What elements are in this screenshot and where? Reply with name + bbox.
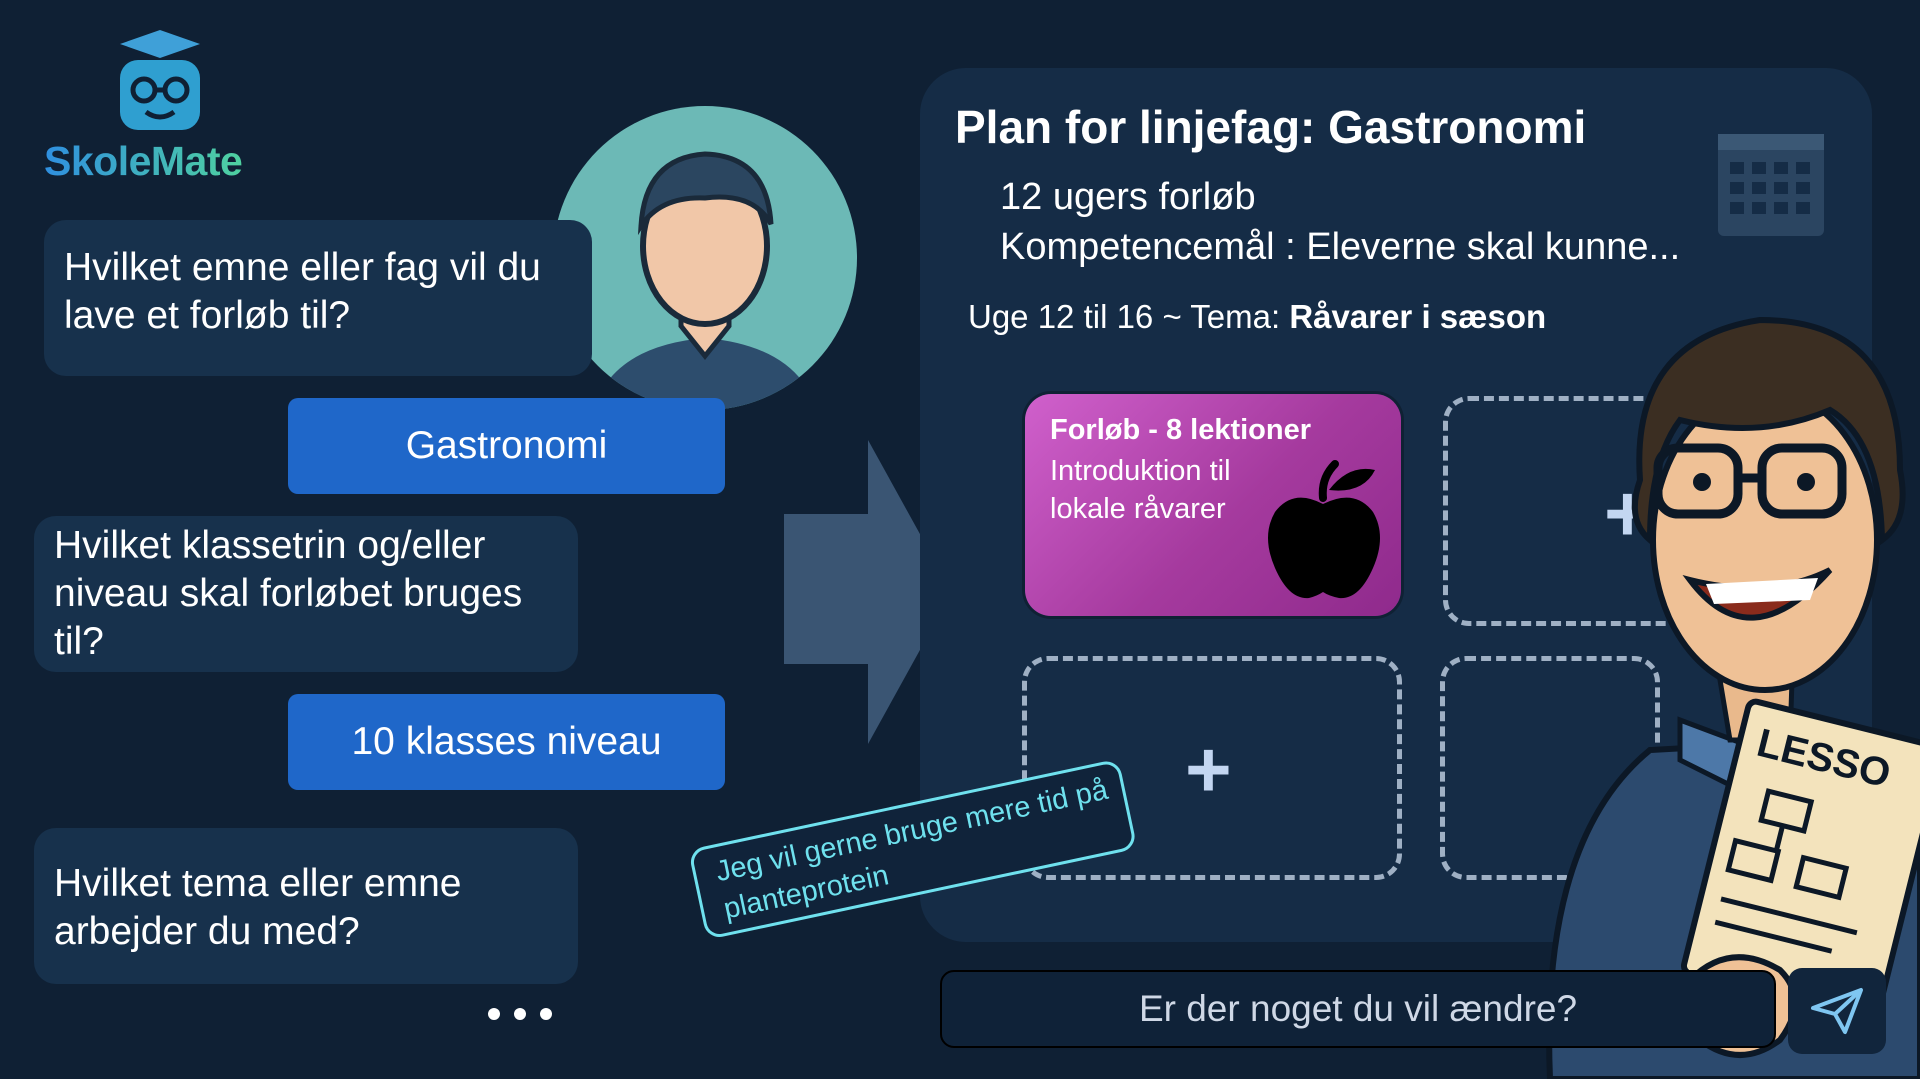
week-theme-name: Råvarer i sæson xyxy=(1289,298,1547,335)
user-avatar-icon xyxy=(593,151,817,410)
chat-question-level: Hvilket klassetrin og/eller niveau skal … xyxy=(34,516,578,672)
apple-icon xyxy=(1268,460,1380,599)
more-indicator xyxy=(488,1008,552,1020)
plan-competence: Kompetencemål : Eleverne skal kunne... xyxy=(1000,226,1681,268)
dot xyxy=(514,1008,526,1020)
chat-question-theme: Hvilket tema eller emne arbejder du med? xyxy=(34,828,578,984)
chat-answer-subject[interactable]: Gastronomi xyxy=(288,398,725,494)
dot xyxy=(488,1008,500,1020)
user-avatar xyxy=(553,106,857,410)
brand-name: SkoleMate xyxy=(44,138,243,184)
week-prefix: Uge 12 til 16 ~ Tema: xyxy=(968,298,1290,335)
message-input[interactable]: Er der noget du vil ændre? xyxy=(940,970,1776,1048)
send-button[interactable] xyxy=(1788,968,1886,1054)
lesson-card-text: Introduktion til lokale råvarer xyxy=(1050,455,1231,525)
mascot-icon xyxy=(120,30,200,130)
lesson-card-title: Forløb - 8 lektioner xyxy=(1050,414,1312,446)
send-icon xyxy=(1811,988,1863,1034)
teacher-illustration: LESSO xyxy=(1546,316,1920,1079)
plan-duration: 12 ugers forløb xyxy=(1000,176,1256,218)
chat-question-subject: Hvilket emne eller fag vil du lave et fo… xyxy=(44,220,592,376)
dot xyxy=(540,1008,552,1020)
plan-title: Plan for linjefag: Gastronomi xyxy=(955,101,1587,153)
plus-icon[interactable]: + xyxy=(1185,730,1232,810)
calendar-icon xyxy=(1718,134,1824,236)
chat-answer-level[interactable]: 10 klasses niveau xyxy=(288,694,725,790)
skolemate-logo: SkoleMate xyxy=(44,30,254,190)
week-theme: Uge 12 til 16 ~ Tema: Råvarer i sæson xyxy=(968,298,1546,336)
